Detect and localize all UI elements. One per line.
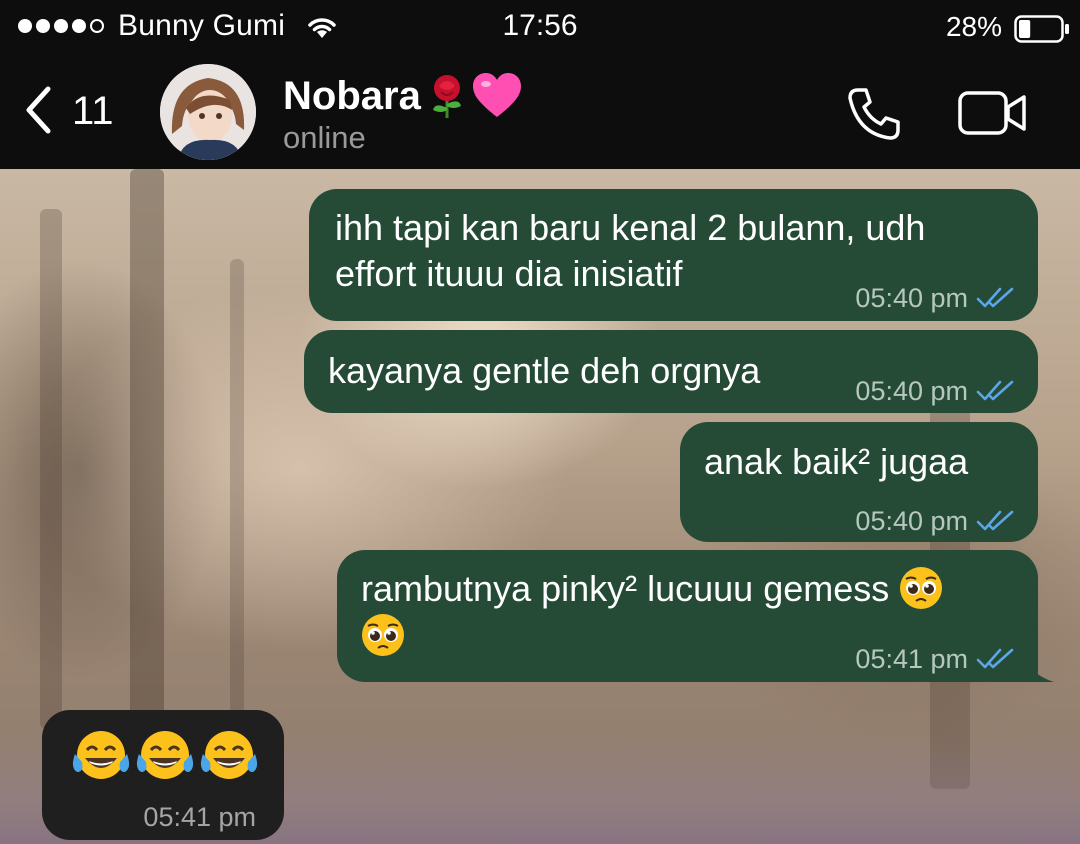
message-bubble-outgoing[interactable]: anak baik² jugaa 05:40 pm	[680, 422, 1038, 542]
double-check-icon	[976, 380, 1014, 401]
background-tree	[130, 169, 164, 729]
message-time: 05:40 pm	[855, 506, 968, 536]
unread-count: 11	[72, 88, 114, 133]
message-time: 05:40 pm	[855, 283, 968, 313]
contact-status: online	[283, 120, 366, 155]
chat-area[interactable]: ihh tapi kan baru kenal 2 bulann, udh ef…	[0, 169, 1080, 844]
double-check-icon	[976, 510, 1014, 531]
tears-of-joy-emoji-icon	[200, 731, 258, 779]
contact-avatar[interactable]	[160, 64, 256, 160]
battery-icon	[1014, 15, 1069, 43]
pleading-face-emoji-icon	[362, 614, 404, 657]
phone-icon	[848, 88, 900, 140]
message-text: anak baik² jugaa	[704, 441, 969, 482]
back-button[interactable]: 11	[24, 86, 114, 134]
tears-of-joy-emoji-icon	[72, 731, 130, 779]
message-bubble-incoming[interactable]: 05:41 pm	[42, 710, 284, 840]
message-text: ihh tapi kan baru kenal 2 bulann, udh	[335, 207, 926, 248]
message-text: effort ituuu dia inisiatif	[335, 253, 683, 294]
message-time: 05:41 pm	[143, 802, 256, 832]
chevron-left-icon	[26, 86, 51, 134]
video-call-button[interactable]	[958, 91, 1028, 140]
rose-icon	[432, 75, 461, 118]
contact-name[interactable]: Nobara	[283, 72, 521, 120]
pleading-face-emoji-icon	[900, 567, 943, 610]
contact-name-text: Nobara	[283, 73, 421, 118]
message-text: rambutnya pinky² lucuuu gemess	[361, 568, 890, 609]
message-bubble-outgoing[interactable]: ihh tapi kan baru kenal 2 bulann, udh ef…	[309, 189, 1038, 321]
background-tree	[230, 259, 244, 719]
bubble-tail	[1024, 652, 1054, 682]
message-time: 05:41 pm	[855, 644, 968, 674]
status-bar: Bunny Gumi 17:56 28%	[0, 0, 1080, 56]
status-time: 17:56	[502, 9, 578, 42]
chat-header: 11 Nobara online	[0, 56, 1080, 169]
message-emojis	[70, 728, 260, 786]
double-check-icon	[976, 648, 1014, 669]
message-bubble-outgoing[interactable]: kayanya gentle deh orgnya 05:40 pm	[304, 330, 1038, 413]
background-tree	[40, 209, 62, 729]
message-bubble-outgoing[interactable]: rambutnya pinky² lucuuu gemess 05:41 pm	[337, 550, 1054, 682]
battery-percentage: 28%	[945, 11, 1002, 42]
pink-heart-icon	[472, 73, 521, 117]
message-text: kayanya gentle deh orgnya	[328, 350, 761, 391]
double-check-icon	[976, 287, 1014, 308]
video-camera-icon	[958, 91, 1026, 135]
tears-of-joy-emoji-icon	[136, 731, 194, 779]
voice-call-button[interactable]	[846, 86, 902, 147]
message-time: 05:40 pm	[855, 376, 968, 406]
